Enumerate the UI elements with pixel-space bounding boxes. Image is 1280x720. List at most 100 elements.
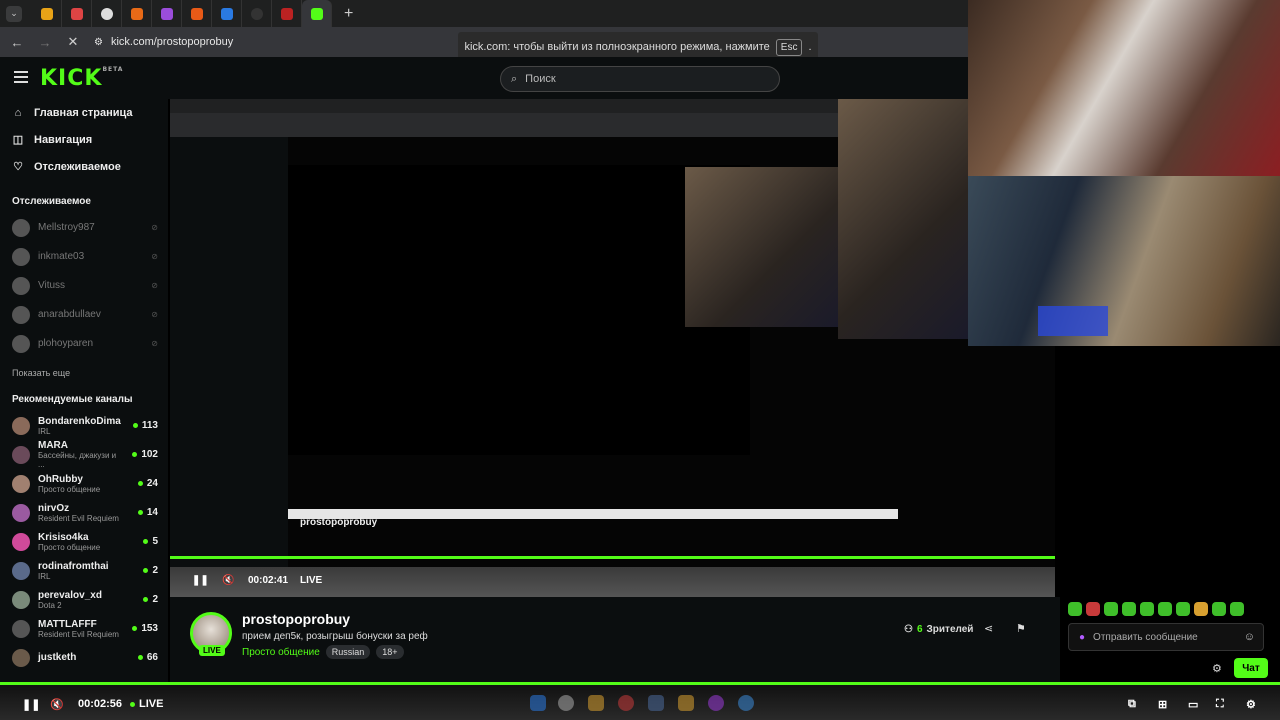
browser-tab[interactable]: [62, 0, 92, 27]
menu-icon[interactable]: [14, 71, 28, 83]
chat-settings-icon[interactable]: ⚙: [1212, 662, 1222, 675]
recommended-item[interactable]: nirvOz Resident Evil Requiem 14: [12, 498, 168, 527]
offline-icon: ⊘: [151, 223, 158, 232]
offline-icon: ⊘: [151, 339, 158, 348]
recommended-item[interactable]: perevalov_xd Dota 2 2: [12, 585, 168, 614]
viewer-count-value: 113: [141, 420, 158, 431]
nested-webcam: [838, 99, 968, 339]
browser-tab[interactable]: [212, 0, 242, 27]
taskbar-chrome-icon: [618, 695, 634, 711]
tag-language[interactable]: Russian: [325, 645, 371, 659]
emote-icon[interactable]: [1176, 602, 1190, 616]
miniplayer-icon[interactable]: ⧉: [1128, 698, 1136, 711]
recommended-item[interactable]: MARA Бассейны, джакузи и ... 102: [12, 440, 168, 469]
webcam-overlay-bottom: [968, 176, 1280, 346]
chat-input[interactable]: ● Отправить сообщение ☺: [1068, 623, 1264, 651]
sidebar-item-browse[interactable]: ◫ Навигация: [12, 126, 168, 153]
recommended-item[interactable]: Krisiso4ka Просто общение 5: [12, 527, 168, 556]
emoji-icon[interactable]: ☺: [1244, 631, 1255, 643]
chat-placeholder: Отправить сообщение: [1093, 631, 1198, 643]
tab-search-icon[interactable]: ⌄: [6, 5, 22, 22]
following-item[interactable]: Vituss ⊘: [12, 271, 168, 300]
playback-time: 00:02:56: [78, 698, 123, 710]
viewer-count: 2: [143, 594, 158, 605]
settings-icon[interactable]: ⚙: [1246, 698, 1256, 711]
search-input[interactable]: ⌕ Поиск: [500, 66, 780, 92]
browser-tab[interactable]: [92, 0, 122, 27]
emote-icon[interactable]: [1104, 602, 1118, 616]
recommended-item[interactable]: MATTLAFFF Resident Evil Requiem 153: [12, 614, 168, 643]
stream-title: прием деп5к, розыгрыш бонуски за реф: [242, 631, 428, 642]
live-dot: [143, 568, 149, 573]
emote-icon[interactable]: [1086, 602, 1100, 616]
viewer-count-value: 2: [152, 565, 158, 576]
url-field[interactable]: ⚙ kick.com/prostopoprobuy: [94, 36, 233, 48]
emote-icon[interactable]: [1194, 602, 1208, 616]
kick-logo[interactable]: KICKBETA: [40, 66, 123, 91]
viewer-count: ⚇ 6 Зрителей: [904, 624, 973, 635]
stop-icon[interactable]: ✕: [66, 34, 80, 50]
browser-tab[interactable]: [122, 0, 152, 27]
emote-icon[interactable]: [1140, 602, 1154, 616]
avatar: [12, 218, 30, 237]
show-more-link[interactable]: Показать еще: [12, 368, 168, 378]
video-player[interactable]: KICK prostopoprobuy ❚❚ 🔇 00:02:41 LIVE: [170, 99, 1055, 597]
kick-logo-beta: BETA: [102, 66, 124, 73]
offline-icon: ⊘: [151, 310, 158, 319]
emote-icon[interactable]: [1212, 602, 1226, 616]
emote-icon[interactable]: [1230, 602, 1244, 616]
chat-send-button[interactable]: Чат: [1234, 658, 1268, 678]
taskbar-search-icon: [558, 695, 574, 711]
browser-tab[interactable]: [152, 0, 182, 27]
channel-name: MATTLAFFF: [38, 618, 97, 630]
following-item[interactable]: Mellstroy987 ⊘: [12, 213, 168, 242]
following-item[interactable]: anarabdullaev ⊘: [12, 300, 168, 329]
live-badge: LIVE: [199, 645, 225, 656]
avatar: [12, 305, 30, 324]
browser-tab[interactable]: [32, 0, 62, 27]
pip-icon[interactable]: ⊞: [1158, 698, 1167, 711]
nested-webcam: [685, 167, 840, 327]
channel-name[interactable]: prostopoprobuy: [242, 611, 350, 627]
emote-icon[interactable]: [1068, 602, 1082, 616]
nested-channel-name: prostopoprobuy: [300, 517, 378, 528]
theater-mode-icon[interactable]: ▭: [1188, 698, 1198, 711]
new-tab-button[interactable]: +: [344, 5, 353, 23]
browser-tab[interactable]: [242, 0, 272, 27]
following-item[interactable]: inkmate03 ⊘: [12, 242, 168, 271]
viewer-count: 2: [143, 565, 158, 576]
report-icon[interactable]: ⚑: [1016, 622, 1026, 635]
nested-channel-meta: prostopoprobuy: [300, 517, 377, 528]
following-item[interactable]: plohoyparen ⊘: [12, 329, 168, 358]
site-info-icon[interactable]: ⚙: [94, 37, 103, 48]
tag-age[interactable]: 18+: [376, 645, 404, 659]
pause-icon[interactable]: ❚❚: [22, 698, 40, 711]
recommended-item[interactable]: OhRubby Просто общение 24: [12, 469, 168, 498]
sidebar-item-label: Главная страница: [34, 106, 133, 119]
sidebar-item-label: Навигация: [34, 133, 93, 146]
inner-mute-icon: 🔇: [222, 575, 235, 586]
browser-tab[interactable]: [182, 0, 212, 27]
emote-icon[interactable]: [1122, 602, 1136, 616]
tab-favicon: [220, 7, 233, 20]
back-icon[interactable]: ←: [10, 35, 24, 50]
share-icon[interactable]: ⋖: [984, 622, 993, 635]
recommended-item[interactable]: BondarenkoDima IRL 113: [12, 411, 168, 440]
tab-favicon: [160, 7, 173, 20]
recommended-item[interactable]: rodinafromthai IRL 2: [12, 556, 168, 585]
fullscreen-icon[interactable]: ⛶: [1216, 698, 1224, 711]
tab-favicon: [190, 7, 203, 20]
browser-tab[interactable]: [272, 0, 302, 27]
avatar: [12, 590, 30, 609]
sidebar-item-following[interactable]: ♡ Отслеживаемое: [12, 153, 168, 180]
mute-icon[interactable]: 🔇: [50, 698, 64, 711]
recommended-item[interactable]: justketh 66: [12, 643, 168, 672]
emote-icon[interactable]: [1158, 602, 1172, 616]
forward-icon[interactable]: →: [38, 35, 52, 50]
fullscreen-notice-text: kick.com: чтобы выйти из полноэкранного …: [464, 41, 770, 53]
stream-category[interactable]: Просто общение: [242, 647, 320, 658]
following-name: Mellstroy987: [38, 222, 95, 233]
sidebar-item-home[interactable]: ⌂ Главная страница: [12, 99, 168, 126]
browser-tab-active[interactable]: [302, 0, 332, 27]
stream-tags: Просто общение Russian 18+: [242, 645, 404, 659]
